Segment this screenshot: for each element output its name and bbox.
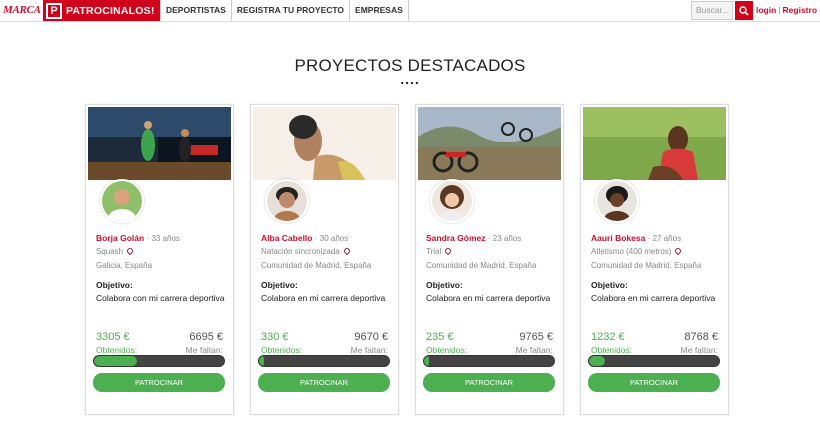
project-photo[interactable] (418, 107, 561, 180)
raised-amount: 3305 € (96, 331, 130, 343)
project-card[interactable]: Sandra Gómez · 23 años Trial Comunidad d… (415, 104, 564, 415)
athlete-location: Comunidad de Madrid, España (591, 261, 702, 270)
nav-link-deportistas[interactable]: DEPORTISTAS (160, 0, 232, 21)
athlete-name[interactable]: Alba Cabello · 30 años (261, 233, 348, 243)
athlete-sport: Squash (96, 246, 135, 256)
sponsor-button[interactable]: PATROCINAR (93, 373, 225, 392)
raised-label: Obtenidos: (426, 345, 468, 355)
athlete-age: · 30 años (314, 234, 349, 243)
objective-text: Colabora en mi carrera deportiva (426, 293, 551, 303)
project-card[interactable]: Borja Golán · 33 años Squash Galicia, Es… (85, 104, 234, 415)
patrocinalos-logo-text: PATROCINALOS! (66, 4, 155, 17)
search-input[interactable]: Buscar... (691, 1, 733, 20)
raised-label: Obtenidos: (96, 345, 138, 355)
athlete-sport: Atletismo (400 metros) (591, 246, 683, 256)
raised-amount: 1232 € (591, 331, 625, 343)
missing-label: Me faltan: (515, 345, 553, 355)
funding-progress-fill (259, 356, 264, 366)
missing-amount: 9670 € (354, 331, 388, 343)
section-title-dots: .... (400, 71, 420, 87)
athlete-age: · 23 años (487, 234, 522, 243)
missing-amount: 9765 € (519, 331, 553, 343)
athlete-sport: Trial (426, 246, 453, 256)
funding-progress-bar (93, 355, 225, 367)
athlete-name[interactable]: Aauri Bokesa · 27 años (591, 233, 681, 243)
funding-progress-fill (94, 356, 137, 366)
athlete-avatar (430, 179, 474, 223)
marca-logo[interactable]: MARCA (0, 0, 41, 21)
raised-label: Obtenidos: (261, 345, 303, 355)
objective-label: Objetivo: (426, 280, 463, 290)
funding-progress-bar (258, 355, 390, 367)
patrocinalos-logo-mark: P (46, 2, 62, 19)
athlete-name[interactable]: Borja Golán · 33 años (96, 233, 180, 243)
location-pin-icon (674, 246, 683, 256)
sponsor-button[interactable]: PATROCINAR (588, 373, 720, 392)
sponsor-button[interactable]: PATROCINAR (258, 373, 390, 392)
missing-label: Me faltan: (680, 345, 718, 355)
objective-text: Colabora en mi carrera deportiva (261, 293, 386, 303)
location-pin-icon (125, 246, 135, 256)
search-button[interactable] (735, 1, 753, 20)
objective-text: Colabora con mi carrera deportiva (96, 293, 225, 303)
login-link[interactable]: login (756, 5, 776, 15)
athlete-location: Comunidad de Madrid, España (261, 261, 372, 270)
objective-text: Colabora en mi carrera deportiva (591, 293, 716, 303)
missing-label: Me faltan: (185, 345, 223, 355)
nav-link-empresas[interactable]: EMPRESAS (350, 0, 409, 21)
main-nav: DEPORTISTAS REGISTRA TU PROYECTO EMPRESA… (160, 0, 409, 21)
location-pin-icon (444, 246, 453, 256)
athlete-name[interactable]: Sandra Gómez · 23 años (426, 233, 521, 243)
objective-label: Objetivo: (591, 280, 628, 290)
register-link[interactable]: Registro (783, 5, 817, 15)
athlete-avatar (100, 179, 144, 223)
auth-links: login | Registro (756, 0, 817, 21)
auth-separator: | (778, 5, 781, 15)
missing-amount: 8768 € (684, 331, 718, 343)
missing-amount: 6695 € (189, 331, 223, 343)
sponsor-button[interactable]: PATROCINAR (423, 373, 555, 392)
objective-label: Objetivo: (96, 280, 133, 290)
raised-label: Obtenidos: (591, 345, 633, 355)
funding-progress-fill (589, 356, 605, 366)
project-photo[interactable] (88, 107, 231, 180)
athlete-age: · 33 años (146, 234, 180, 243)
search-icon (739, 5, 749, 16)
location-pin-icon (342, 246, 351, 256)
top-navbar: MARCA P PATROCINALOS! DEPORTISTAS REGIST… (0, 0, 820, 22)
athlete-avatar (265, 179, 309, 223)
project-card[interactable]: Alba Cabello · 30 años Natación sincroni… (250, 104, 399, 415)
funding-progress-fill (424, 356, 429, 366)
nav-link-registra-proyecto[interactable]: REGISTRA TU PROYECTO (232, 0, 351, 21)
objective-label: Objetivo: (261, 280, 298, 290)
funding-progress-bar (423, 355, 555, 367)
project-card[interactable]: Aauri Bokesa · 27 años Atletismo (400 me… (580, 104, 729, 415)
patrocinalos-logo[interactable]: P PATROCINALOS! (43, 0, 160, 21)
raised-amount: 330 € (261, 331, 289, 343)
athlete-avatar (595, 179, 639, 223)
raised-amount: 235 € (426, 331, 454, 343)
athlete-age: · 27 años (647, 234, 682, 243)
project-photo[interactable] (253, 107, 396, 180)
project-photo[interactable] (583, 107, 726, 180)
athlete-location: Comunidad de Madrid, España (426, 261, 537, 270)
funding-progress-bar (588, 355, 720, 367)
missing-label: Me faltan: (350, 345, 388, 355)
athlete-location: Galicia, España (96, 261, 153, 270)
athlete-sport: Natación sincronizada (261, 246, 351, 256)
